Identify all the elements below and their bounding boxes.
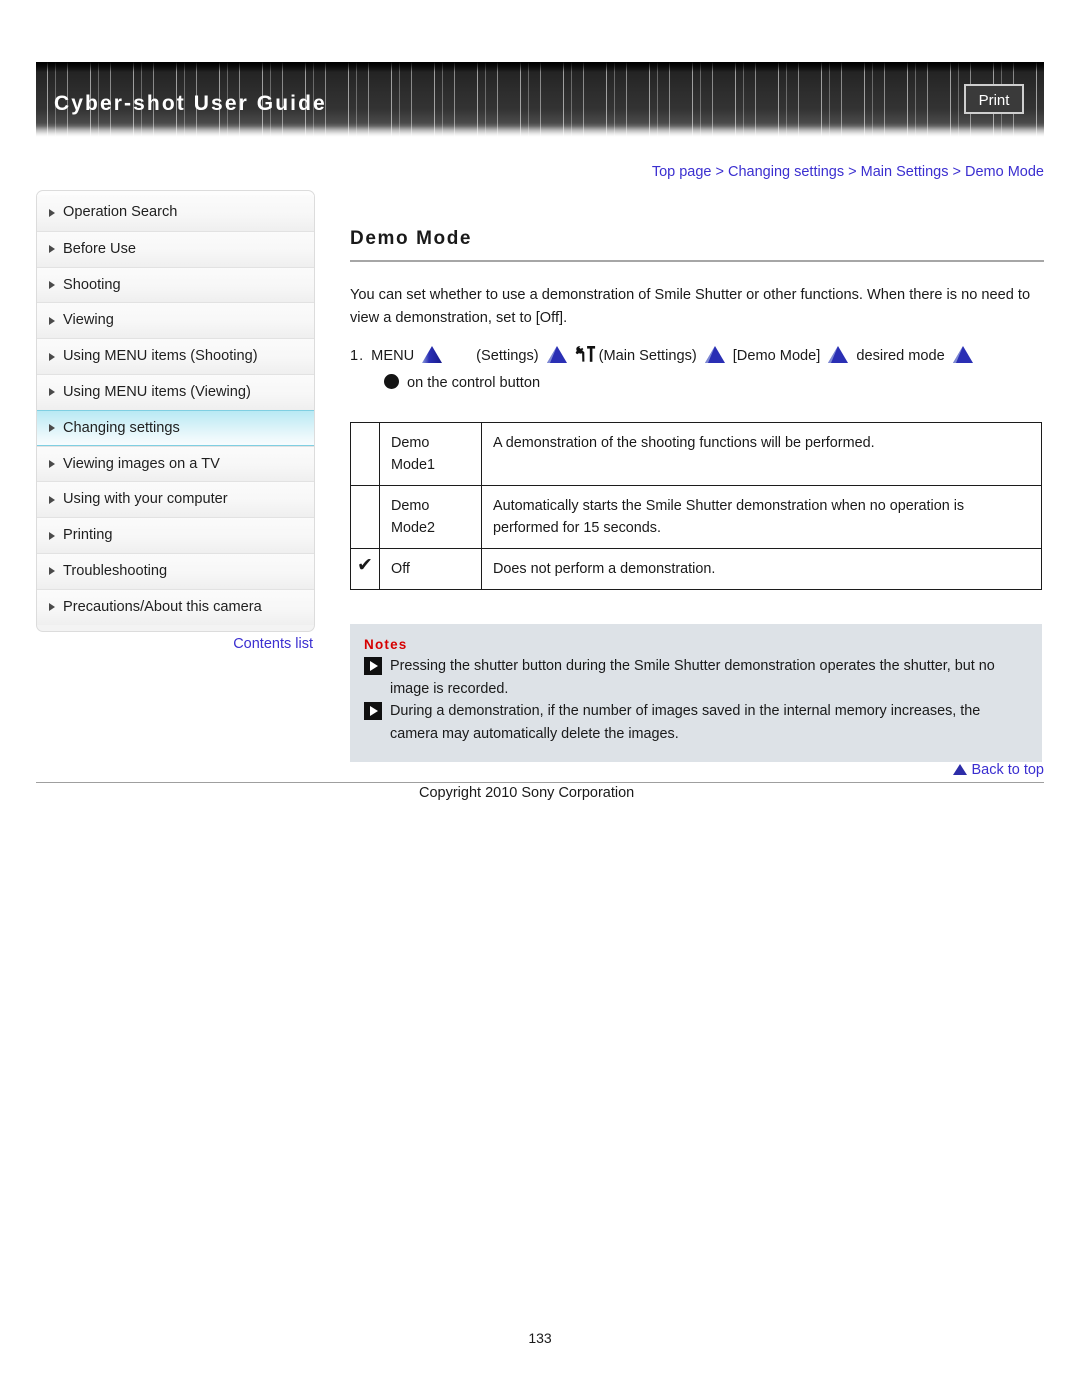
step-menu-label: MENU xyxy=(371,348,415,364)
triangle-right-icon xyxy=(49,603,55,612)
option-description: A demonstration of the shooting function… xyxy=(481,422,1042,486)
note-item: During a demonstration, if the number of… xyxy=(364,700,1028,745)
triangle-right-icon xyxy=(49,459,55,468)
step-settings-label: (Settings) xyxy=(476,348,539,364)
triangle-right-icon xyxy=(49,316,55,325)
step-main-settings-label: (Main Settings) xyxy=(598,348,697,364)
option-description: Does not perform a demonstration. xyxy=(481,548,1042,590)
sidebar-item-label: Viewing images on a TV xyxy=(63,455,220,472)
notes-heading: Notes xyxy=(364,637,408,652)
selected-checkmark-icon: ✔ xyxy=(350,548,380,590)
sidebar-item-shooting[interactable]: Shooting xyxy=(37,266,314,303)
title-divider xyxy=(350,260,1044,262)
control-button-dot-icon xyxy=(384,374,399,389)
options-table: Demo Mode1 A demonstration of the shooti… xyxy=(350,422,1042,590)
sidebar-item-printing[interactable]: Printing xyxy=(37,517,314,553)
sidebar-item-label: Operation Search xyxy=(63,204,178,220)
note-text: During a demonstration, if the number of… xyxy=(390,703,981,742)
back-to-top-link[interactable]: Back to top xyxy=(350,762,1044,778)
copyright-text: Copyright 2010 Sony Corporation xyxy=(419,785,635,801)
option-label: Off xyxy=(379,548,482,590)
sidebar-item-operation-search[interactable]: Operation Search xyxy=(37,195,314,231)
page-number: 133 xyxy=(528,1330,552,1346)
breadcrumb-separator: > xyxy=(715,164,724,180)
sidebar-item-label: Using MENU items (Shooting) xyxy=(63,348,258,365)
table-row: Demo Mode1 A demonstration of the shooti… xyxy=(350,422,1042,486)
back-to-top-label: Back to top xyxy=(971,762,1044,778)
print-button[interactable]: Print xyxy=(964,84,1024,114)
sidebar-item-using-menu-items-shooting[interactable]: Using MENU items (Shooting) xyxy=(37,338,314,374)
sidebar-item-label: Precautions/About this camera xyxy=(63,598,262,615)
triangle-up-icon xyxy=(953,764,968,775)
step-instructions: 1. MENU (Settings) (Main Settings) [Demo Mod… xyxy=(350,343,1044,397)
triangle-right-icon xyxy=(49,352,55,361)
blue-triangle-arrow-icon xyxy=(546,344,568,364)
breadcrumb-separator: > xyxy=(952,164,961,180)
footer-divider xyxy=(36,782,1044,783)
step-demo-mode-label: [Demo Mode] xyxy=(732,348,821,364)
breadcrumb-item-main-settings[interactable]: Main Settings xyxy=(861,164,949,180)
play-triangle-bullet-icon xyxy=(364,702,382,720)
header-banner: Cyber-shot User Guide Print xyxy=(36,62,1044,138)
table-row: ✔ Off Does not perform a demonstration. xyxy=(350,548,1042,590)
blue-triangle-arrow-icon xyxy=(704,344,726,364)
intro-paragraph: You can set whether to use a demonstrati… xyxy=(350,287,1031,326)
blue-triangle-arrow-icon xyxy=(421,344,443,364)
play-triangle-bullet-icon xyxy=(364,657,382,675)
step-number: 1. xyxy=(350,348,365,364)
wrench-toolbox-settings-icon xyxy=(575,345,596,363)
triangle-right-icon xyxy=(49,280,55,289)
triangle-right-icon xyxy=(49,423,55,432)
triangle-right-icon xyxy=(49,531,55,540)
sidebar-item-label: Viewing xyxy=(63,312,114,329)
triangle-right-icon xyxy=(49,567,55,576)
breadcrumb-item-demo-mode[interactable]: Demo Mode xyxy=(965,164,1044,180)
sidebar-item-label: Troubleshooting xyxy=(63,562,168,579)
sidebar-nav: Operation Search Before Use Shooting Vie… xyxy=(36,190,315,632)
step-desired-mode-label: desired mode xyxy=(856,348,945,364)
contents-list-link[interactable]: Contents list xyxy=(36,636,315,652)
breadcrumb-item-changing-settings[interactable]: Changing settings xyxy=(728,164,844,180)
triangle-right-icon xyxy=(49,208,55,217)
step-control-button-label: on the control button xyxy=(407,375,541,391)
sidebar-item-before-use[interactable]: Before Use xyxy=(37,230,314,267)
breadcrumb-item-top-page[interactable]: Top page xyxy=(652,164,712,180)
sidebar-item-using-with-your-computer[interactable]: Using with your computer xyxy=(37,481,314,518)
step-line-primary: 1. MENU (Settings) (Main Settings) [Demo Mod… xyxy=(350,343,1044,370)
sidebar-item-viewing-images-on-a-tv[interactable]: Viewing images on a TV xyxy=(37,445,314,482)
sidebar-item-label: Shooting xyxy=(63,276,121,293)
sidebar-item-precautions-about-this-camera[interactable]: Precautions/About this camera xyxy=(37,588,314,625)
note-item: Pressing the shutter button during the S… xyxy=(364,655,1028,700)
sidebar-item-viewing[interactable]: Viewing xyxy=(37,302,314,339)
breadcrumb: Top page > Changing settings > Main Sett… xyxy=(350,164,1044,180)
triangle-right-icon xyxy=(49,245,55,254)
selected-checkmark-icon xyxy=(350,485,380,549)
breadcrumb-separator: > xyxy=(848,164,857,180)
sidebar-item-label: Using MENU items (Viewing) xyxy=(63,383,251,400)
sidebar-item-using-menu-items-viewing[interactable]: Using MENU items (Viewing) xyxy=(37,373,314,410)
option-label: Demo Mode2 xyxy=(379,485,482,549)
page-title: Demo Mode xyxy=(350,228,473,249)
sidebar-item-changing-settings[interactable]: Changing settings xyxy=(37,409,314,446)
app-title: Cyber-shot User Guide xyxy=(54,92,327,115)
sidebar-item-label: Before Use xyxy=(63,240,137,257)
sidebar-item-label: Printing xyxy=(63,527,113,544)
banner-top-fade xyxy=(36,62,1044,72)
sidebar-item-troubleshooting[interactable]: Troubleshooting xyxy=(37,552,314,589)
notes-panel: Notes Pressing the shutter button during… xyxy=(350,624,1042,762)
blue-triangle-arrow-icon xyxy=(952,344,974,364)
note-text: Pressing the shutter button during the S… xyxy=(390,658,995,697)
selected-checkmark-icon xyxy=(350,422,380,486)
banner-bottom-fade xyxy=(36,126,1044,138)
triangle-right-icon xyxy=(49,495,55,504)
sidebar-item-label: Changing settings xyxy=(63,419,180,436)
main-content: Demo Mode You can set whether to use a d… xyxy=(350,228,1044,762)
table-row: Demo Mode2 Automatically starts the Smil… xyxy=(350,485,1042,549)
sidebar-item-label: Using with your computer xyxy=(63,491,228,508)
step-line-secondary: on the control button xyxy=(350,370,1044,397)
option-description: Automatically starts the Smile Shutter d… xyxy=(481,485,1042,549)
triangle-right-icon xyxy=(49,388,55,397)
blue-triangle-arrow-icon xyxy=(827,344,849,364)
option-label: Demo Mode1 xyxy=(379,422,482,486)
